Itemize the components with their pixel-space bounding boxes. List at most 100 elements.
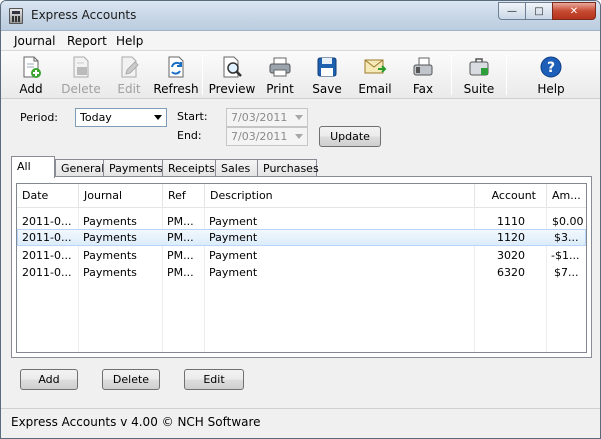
tab-sales[interactable]: Sales (215, 159, 261, 177)
cell-amount: -$1... (551, 249, 580, 262)
preview-button-label: Preview (208, 82, 256, 96)
column-header-date[interactable]: Date (17, 184, 79, 208)
cell-journal: Payments (83, 231, 137, 244)
close-button[interactable]: ✕ (552, 2, 596, 20)
start-date-label: Start: (177, 110, 208, 123)
period-select-value: Today (80, 111, 112, 124)
cell-journal: Payments (83, 266, 137, 279)
edit-button[interactable]: Edit (109, 53, 149, 97)
app-window: Express Accounts — □ ✕ Journal Report He… (0, 0, 601, 439)
toolbar-separator (506, 55, 507, 95)
cell-amount: $0.00 (552, 215, 584, 228)
cell-description: Payment (209, 231, 258, 244)
menu-report[interactable]: Report (67, 34, 107, 48)
menu-bar: Journal Report Help (1, 31, 600, 51)
briefcase-icon (469, 58, 489, 76)
svg-text:?: ? (547, 60, 555, 76)
tab-purchases[interactable]: Purchases (257, 159, 319, 177)
cell-account: 3020 (497, 249, 525, 262)
column-header-account[interactable]: Account (475, 184, 547, 208)
menu-help[interactable]: Help (116, 34, 143, 48)
printer-icon (269, 57, 291, 77)
tab-all[interactable]: All (11, 156, 55, 178)
suite-button[interactable]: Suite (461, 53, 497, 97)
floppy-disk-icon (317, 57, 337, 77)
save-button-label: Save (312, 82, 342, 96)
table-row[interactable]: 2011-0... Payments PM... Payment 6320 $7… (17, 264, 586, 281)
refresh-button-label: Refresh (153, 82, 199, 96)
refresh-document-icon (168, 56, 184, 78)
cell-account: 1110 (497, 215, 525, 228)
email-button-label: Email (358, 82, 392, 96)
help-button-label: Help (537, 82, 565, 96)
delete-button-label: Delete (61, 82, 101, 96)
cell-account: 6320 (497, 266, 525, 279)
add-button[interactable]: Add (11, 53, 51, 97)
tab-receipts[interactable]: Receipts (162, 159, 220, 177)
cell-date: 2011-0... (22, 215, 72, 228)
cell-date: 2011-0... (22, 231, 72, 244)
column-header-description[interactable]: Description (205, 184, 475, 208)
cell-account: 1120 (497, 231, 525, 244)
end-date-value: 7/03/2011 (231, 130, 288, 143)
table-row[interactable]: 2011-0... Payments PM... Payment 1110 $0… (17, 213, 586, 230)
column-header-ref[interactable]: Ref (163, 184, 205, 208)
print-button-label: Print (266, 82, 294, 96)
delete-button[interactable]: Delete (59, 53, 103, 97)
preview-button[interactable]: Preview (208, 53, 256, 97)
start-date-value: 7/03/2011 (231, 111, 288, 124)
minimize-button[interactable]: — (498, 2, 526, 20)
cell-ref: PM... (167, 249, 194, 262)
email-button[interactable]: Email (356, 53, 394, 97)
update-button[interactable]: Update (319, 126, 381, 147)
toolbar-separator (451, 55, 452, 95)
help-button[interactable]: ? Help (531, 53, 571, 97)
suite-button-label: Suite (463, 82, 495, 96)
tab-panel-all: Date Journal Ref Description Account Am.… (11, 176, 592, 358)
start-date-picker[interactable]: 7/03/2011 (226, 108, 308, 127)
title-bar[interactable]: Express Accounts — □ ✕ (1, 1, 600, 31)
cell-journal: Payments (83, 249, 137, 262)
chevron-down-icon (295, 115, 303, 120)
cell-journal: Payments (83, 215, 137, 228)
add-button-label: Add (19, 82, 43, 96)
save-button[interactable]: Save (309, 53, 345, 97)
column-header-journal[interactable]: Journal (79, 184, 163, 208)
tab-payments[interactable]: Payments (103, 159, 167, 177)
add-record-button[interactable]: Add (20, 369, 78, 390)
cell-ref: PM... (167, 231, 194, 244)
fax-machine-icon (413, 57, 433, 76)
fax-button-label: Fax (412, 82, 434, 96)
status-bar: Express Accounts v 4.00 © NCH Software (1, 408, 600, 438)
column-header-amount[interactable]: Am... (547, 184, 586, 208)
fax-button[interactable]: Fax (407, 53, 439, 97)
table-row-selected[interactable]: 2011-0... Payments PM... Payment 1120 $3… (17, 229, 586, 246)
print-button[interactable]: Print (261, 53, 299, 97)
menu-journal[interactable]: Journal (14, 34, 56, 48)
help-question-icon: ? (540, 56, 562, 78)
transactions-list[interactable]: Date Journal Ref Description Account Am.… (16, 183, 587, 353)
status-text: Express Accounts v 4.00 © NCH Software (11, 415, 261, 429)
cell-ref: PM... (167, 266, 194, 279)
maximize-button[interactable]: □ (525, 2, 553, 20)
list-header: Date Journal Ref Description Account Am.… (17, 184, 586, 208)
cell-ref: PM... (167, 215, 194, 228)
cell-amount: $7... (554, 266, 579, 279)
edit-document-icon (121, 56, 139, 78)
period-select[interactable]: Today (75, 108, 167, 127)
edit-button-label: Edit (117, 82, 141, 96)
refresh-button[interactable]: Refresh (153, 53, 199, 97)
cell-description: Payment (209, 215, 258, 228)
edit-record-button[interactable]: Edit (184, 369, 244, 390)
end-date-picker[interactable]: 7/03/2011 (226, 127, 308, 146)
delete-record-button[interactable]: Delete (102, 369, 160, 390)
delete-document-icon (73, 56, 89, 78)
add-document-icon (23, 56, 41, 78)
toolbar-separator (202, 55, 203, 95)
cell-description: Payment (209, 266, 258, 279)
window-title: Express Accounts (31, 8, 137, 22)
cell-date: 2011-0... (22, 266, 72, 279)
end-date-label: End: (177, 129, 202, 142)
cell-description: Payment (209, 249, 258, 262)
table-row[interactable]: 2011-0... Payments PM... Payment 3020 -$… (17, 247, 586, 264)
